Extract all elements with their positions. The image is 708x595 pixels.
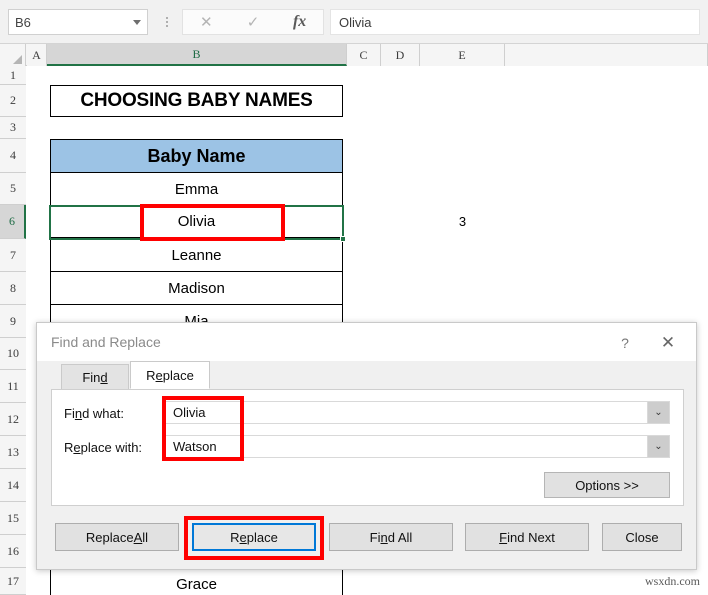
formula-input[interactable]: Olivia — [330, 9, 700, 35]
cell-b4-table-header[interactable]: Baby Name — [50, 139, 343, 173]
column-header-b[interactable]: B — [47, 44, 347, 66]
help-icon[interactable]: ? — [612, 332, 638, 354]
fill-handle[interactable] — [340, 236, 346, 242]
column-header-blank[interactable] — [505, 44, 708, 66]
row-header-9[interactable]: 9 — [0, 305, 26, 338]
formula-action-icons: ✕ ✓ fx — [182, 9, 324, 35]
row-header-5[interactable]: 5 — [0, 173, 26, 205]
column-header-d[interactable]: D — [381, 44, 420, 66]
dialog-button-row: Replace All Re place Fi n d All Find Next C… — [37, 514, 696, 560]
row-header-3[interactable]: 3 — [0, 117, 26, 139]
replace-with-label: Replace with: — [64, 440, 143, 455]
row-header-6[interactable]: 6 — [0, 205, 26, 239]
dialog-body-panel: Find what: Replace with: Olivia ⌄ Watson… — [51, 389, 684, 506]
cell-b2-title[interactable]: CHOOSING BABY NAMES — [50, 85, 343, 117]
enter-icon[interactable]: ✓ — [236, 15, 270, 30]
row-header-12[interactable]: 12 — [0, 403, 26, 436]
insert-function-icon[interactable]: fx — [283, 14, 317, 30]
dialog-title: Find and Replace — [51, 334, 161, 350]
dialog-titlebar[interactable]: Find and Replace ? ✕ — [37, 323, 696, 361]
baby-name-value: Olivia — [177, 212, 216, 230]
formula-input-value: Olivia — [339, 14, 372, 30]
chevron-down-icon[interactable]: ⌄ — [647, 436, 669, 457]
name-box[interactable]: B6 — [8, 9, 148, 35]
column-header-a[interactable]: A — [27, 44, 47, 66]
find-all-button[interactable]: Fi n d All — [329, 523, 453, 551]
tab-replace-accel: e — [155, 367, 163, 383]
row-header-15[interactable]: 15 — [0, 502, 26, 535]
find-what-combobox[interactable]: Olivia ⌄ — [165, 401, 670, 424]
row-header-4[interactable]: 4 — [0, 139, 26, 173]
column-header-e[interactable]: E — [420, 44, 505, 66]
row-header-17[interactable]: 17 — [0, 568, 26, 595]
tab-replace-label-b: place — [162, 367, 194, 383]
replace-with-value: Watson — [173, 439, 217, 454]
row-header-14[interactable]: 14 — [0, 469, 26, 502]
tab-find-label: Fin — [82, 369, 101, 385]
baby-name-value: Emma — [174, 180, 219, 198]
tab-find-accel: d — [100, 369, 108, 385]
close-icon[interactable]: ✕ — [652, 330, 684, 356]
row-header-7[interactable]: 7 — [0, 239, 26, 272]
options-button[interactable]: Options >> — [544, 472, 670, 498]
cancel-icon[interactable]: ✕ — [189, 15, 223, 30]
row-header-11[interactable]: 11 — [0, 370, 26, 403]
options-button-label: Options >> — [575, 477, 639, 493]
find-next-button[interactable]: Find Next — [465, 523, 589, 551]
tab-replace-label-a: R — [146, 367, 156, 383]
row-header-2[interactable]: 2 — [0, 85, 26, 117]
select-all-corner[interactable] — [0, 44, 26, 66]
baby-name-value: Grace — [176, 575, 217, 593]
find-and-replace-dialog[interactable]: Find and Replace ? ✕ Fin d Re place Find w… — [36, 322, 697, 570]
dialog-tab-strip: Fin d Re place — [37, 361, 696, 389]
replace-button[interactable]: Re place — [192, 523, 316, 551]
tab-find[interactable]: Fin d — [61, 364, 129, 389]
find-what-value: Olivia — [173, 405, 206, 420]
close-button[interactable]: Close — [602, 523, 682, 551]
row-header-1[interactable]: 1 — [0, 66, 26, 85]
column-header-c[interactable]: C — [347, 44, 381, 66]
find-what-label: Find what: — [64, 406, 124, 421]
row-header-10[interactable]: 10 — [0, 338, 26, 370]
chevron-down-icon[interactable]: ⌄ — [647, 402, 669, 423]
table-row[interactable]: Emma — [50, 173, 343, 206]
row-header-8[interactable]: 8 — [0, 272, 26, 305]
row-header-16[interactable]: 16 — [0, 535, 26, 568]
cell-e6[interactable]: 3 — [420, 205, 505, 238]
table-row[interactable]: Madison — [50, 272, 343, 305]
row-header-13[interactable]: 13 — [0, 436, 26, 469]
replace-with-combobox[interactable]: Watson ⌄ — [165, 435, 670, 458]
replace-all-button[interactable]: Replace All — [55, 523, 179, 551]
table-row[interactable]: Grace — [50, 568, 343, 595]
baby-name-value: Leanne — [171, 246, 222, 264]
watermark: wsxdn.com — [645, 574, 700, 588]
column-header-row: ABCDE — [0, 44, 708, 66]
kebab-menu-icon[interactable] — [160, 10, 174, 34]
tab-replace[interactable]: Re place — [130, 361, 210, 389]
row-header-column: 1 2 3 4 5 6 7 8 9 10 11 12 13 14 15 16 17 — [0, 66, 26, 595]
chevron-down-icon[interactable] — [133, 19, 141, 25]
baby-name-value: Madison — [168, 279, 225, 297]
name-box-value: B6 — [15, 14, 31, 30]
table-row[interactable]: Olivia — [50, 205, 343, 238]
formula-bar: B6 ✕ ✓ fx Olivia — [0, 0, 708, 44]
table-row[interactable]: Leanne — [50, 239, 343, 272]
